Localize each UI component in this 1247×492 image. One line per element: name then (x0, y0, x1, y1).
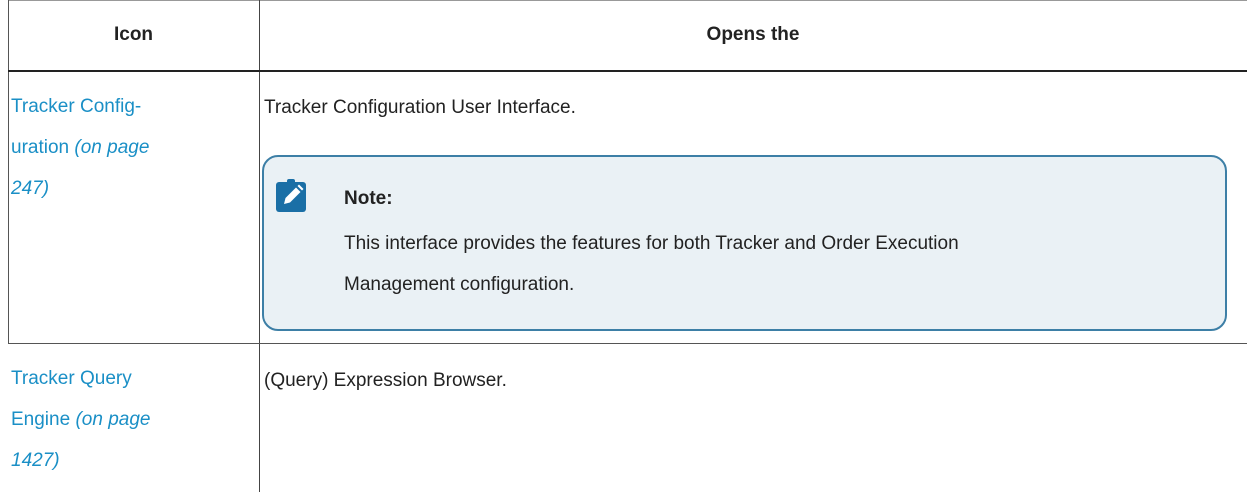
page-reference[interactable]: (on page (74, 137, 149, 158)
note-box: Note: This interface provides the featur… (262, 155, 1227, 331)
note-body-line2: Management configuration. (344, 274, 575, 295)
column-divider (259, 0, 260, 492)
link-text-line2[interactable]: uration (11, 137, 69, 158)
note-body-line1: This interface provides the features for… (344, 233, 959, 254)
tracker-configuration-link[interactable]: Tracker Config- uration (on page 247) (11, 86, 243, 209)
link-text-line1[interactable]: Tracker Config- (11, 86, 243, 127)
page-reference-number[interactable]: 1427) (11, 440, 243, 481)
opens-description: Tracker Configuration User Interface. (264, 97, 576, 118)
note-body: This interface provides the features for… (344, 223, 1214, 305)
tracker-query-engine-link[interactable]: Tracker Query Engine (on page 1427) (11, 358, 243, 481)
page-reference-number[interactable]: 247) (11, 168, 243, 209)
note-title: Note: (344, 188, 393, 209)
pencil-note-icon (276, 179, 306, 212)
page-reference[interactable]: (on page (75, 409, 150, 430)
link-text-line2[interactable]: Engine (11, 409, 70, 430)
row-divider (8, 343, 1247, 344)
link-text-line1[interactable]: Tracker Query (11, 358, 243, 399)
opens-description: (Query) Expression Browser. (264, 370, 507, 391)
column-header-icon: Icon (113, 24, 154, 45)
column-header-opens: Opens the (706, 24, 800, 45)
header-divider (8, 70, 1247, 72)
